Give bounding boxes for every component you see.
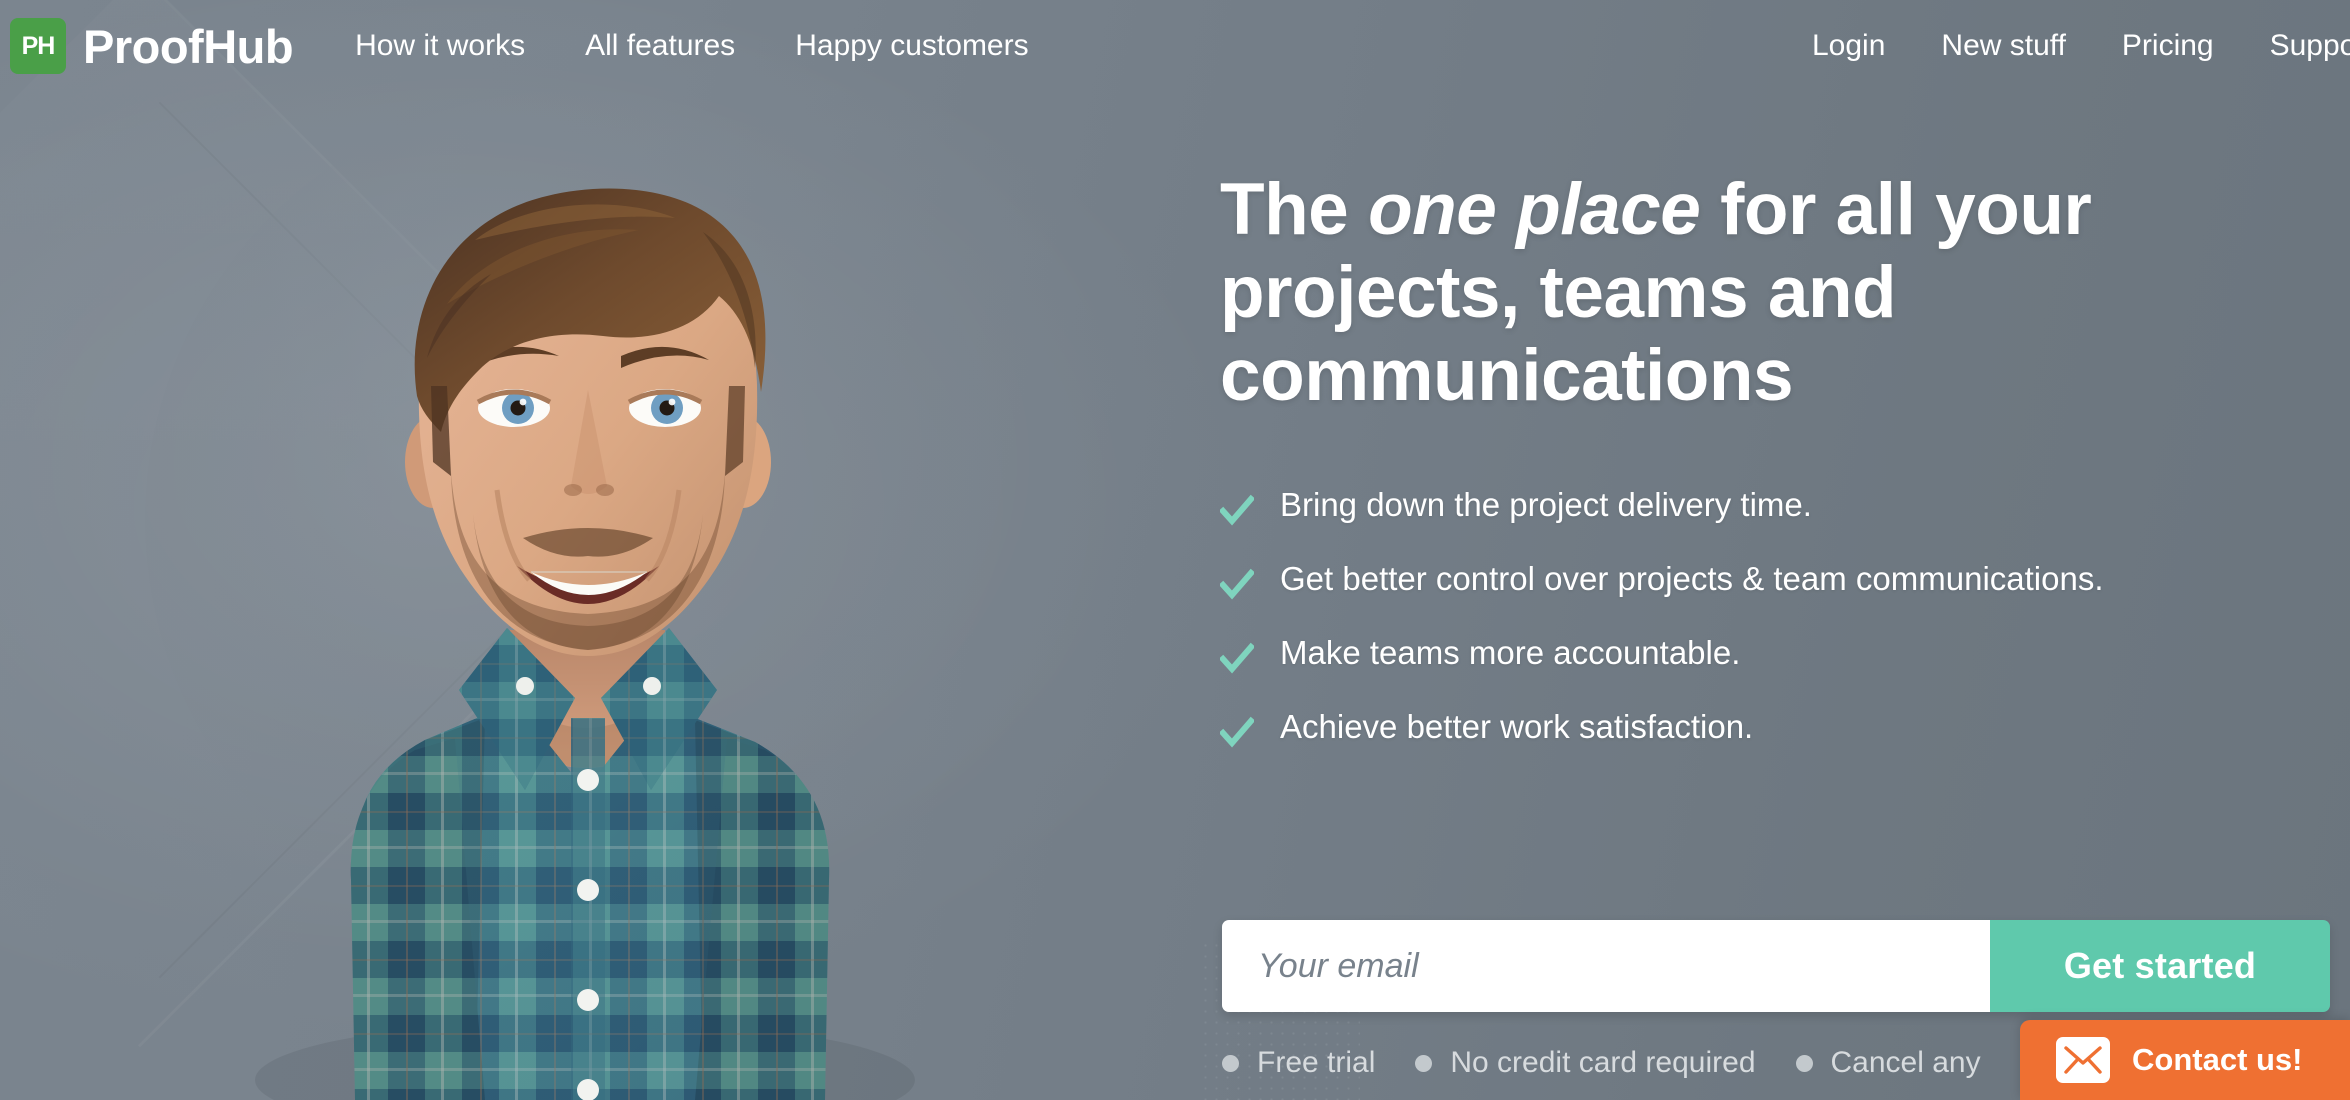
meta-item-cancel-anytime: Cancel any <box>1795 1046 1981 1080</box>
benefit-label: Get better control over projects & team … <box>1280 559 2104 597</box>
headline-emphasis: one place <box>1368 169 1701 250</box>
nav-link-how-it-works[interactable]: How it works <box>355 29 525 63</box>
meta-label: Free trial <box>1257 1046 1376 1079</box>
contact-us-widget[interactable]: Contact us! <box>2020 1020 2350 1100</box>
benefit-label: Bring down the project delivery time. <box>1280 485 1812 523</box>
bullet-dot-icon <box>1222 1054 1239 1072</box>
hero-content: The one place for all your projects, tea… <box>1220 168 2320 780</box>
list-item: Get better control over projects & team … <box>1220 558 2320 602</box>
envelope-icon <box>2056 1037 2110 1083</box>
proofhub-logo-icon: PH <box>10 18 66 74</box>
nav-link-happy-customers[interactable]: Happy customers <box>795 29 1028 63</box>
brand-name: ProofHub <box>83 19 294 73</box>
bullet-dot-icon <box>1795 1054 1813 1072</box>
meta-label: No credit card required <box>1450 1046 1756 1079</box>
nav-link-support[interactable]: Support <box>2270 29 2350 63</box>
meta-item-no-credit-card: No credit card required <box>1415 1046 1756 1080</box>
landing-page-hero: PH ProofHub How it works All features Ha… <box>0 0 2350 1100</box>
check-icon <box>1220 642 1254 676</box>
brand-logo[interactable]: PH ProofHub <box>10 18 294 74</box>
get-started-button[interactable]: Get started <box>1990 920 2330 1012</box>
benefit-label: Achieve better work satisfaction. <box>1280 707 1754 745</box>
nav-link-pricing[interactable]: Pricing <box>2122 29 2214 63</box>
list-item: Make teams more accountable. <box>1220 632 2320 676</box>
top-navigation-bar: PH ProofHub How it works All features Ha… <box>0 0 2350 92</box>
nav-link-new-stuff[interactable]: New stuff <box>1941 29 2066 63</box>
signup-form: Get started <box>1222 920 2330 1012</box>
page-title: The one place for all your projects, tea… <box>1220 168 2320 418</box>
hero-photo-man <box>55 90 1125 1100</box>
meta-item-free-trial: Free trial <box>1222 1046 1375 1080</box>
bullet-dot-icon <box>1415 1054 1433 1072</box>
signup-meta-row: Free trial No credit card required Cance… <box>1222 1046 2021 1080</box>
background-chevron-shape <box>0 0 678 1048</box>
benefit-list: Bring down the project delivery time. Ge… <box>1220 484 2320 750</box>
list-item: Bring down the project delivery time. <box>1220 484 2320 528</box>
list-item: Achieve better work satisfaction. <box>1220 706 2320 750</box>
check-icon <box>1220 568 1254 602</box>
secondary-nav-links: Login New stuff Pricing Support <box>1812 29 2350 63</box>
email-input[interactable] <box>1222 920 1990 1012</box>
check-icon <box>1220 716 1254 750</box>
nav-link-login[interactable]: Login <box>1812 29 1885 63</box>
headline-part-1: The <box>1220 169 1369 250</box>
nav-link-all-features[interactable]: All features <box>585 29 735 63</box>
primary-nav-links: How it works All features Happy customer… <box>355 29 1029 63</box>
check-icon <box>1220 494 1254 528</box>
meta-label: Cancel any <box>1830 1046 1981 1079</box>
background-chevron-shape-secondary <box>0 102 598 979</box>
contact-us-label: Contact us! <box>2132 1042 2303 1077</box>
benefit-label: Make teams more accountable. <box>1280 633 1741 671</box>
